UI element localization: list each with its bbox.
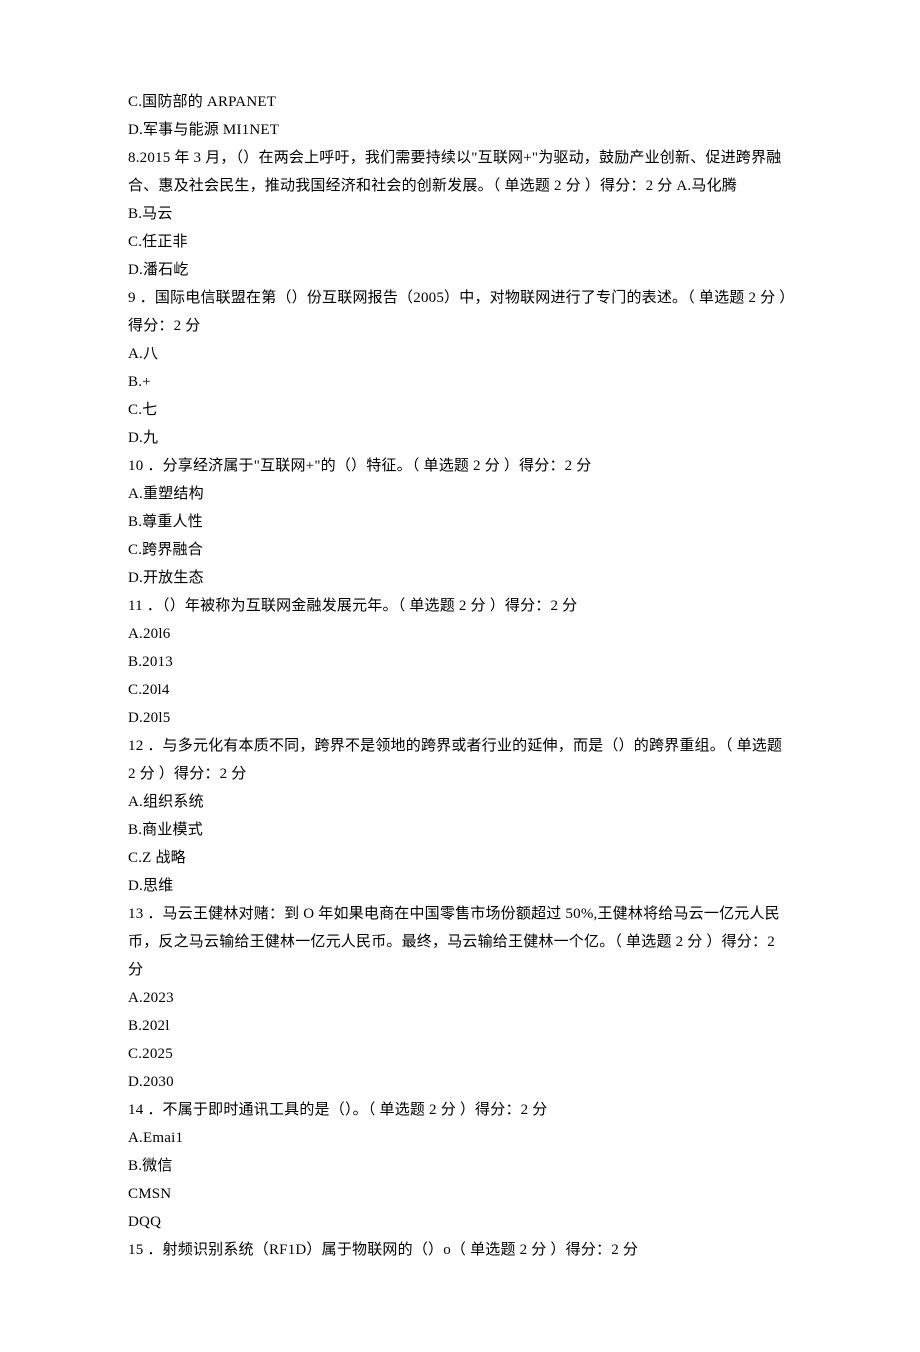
text-line: D.潘石屹 [128, 256, 792, 284]
text-line: D.2030 [128, 1068, 792, 1096]
text-line: A.20l6 [128, 620, 792, 648]
text-line: C.任正非 [128, 228, 792, 256]
text-line: 13 ．马云王健林对赌：到 O 年如果电商在中国零售市场份额超过 50%,王健林… [128, 900, 792, 984]
text-line: C.跨界融合 [128, 536, 792, 564]
text-line: 14 ．不属于即时通讯工具的是（）。（ 单选题 2 分 ）得分：2 分 [128, 1096, 792, 1124]
document-page: C.国防部的 ARPANET D.军事与能源 MI1NET 8.2015 年 3… [0, 0, 920, 1352]
text-line: 9 ．国际电信联盟在第（）份互联网报告（2005）中，对物联网进行了专门的表述。… [128, 284, 792, 340]
text-line: A.2023 [128, 984, 792, 1012]
text-line: CMSN [128, 1180, 792, 1208]
text-line: C.国防部的 ARPANET [128, 88, 792, 116]
text-line: B.202l [128, 1012, 792, 1040]
text-line: A.八 [128, 340, 792, 368]
text-line: 8.2015 年 3 月，（）在两会上呼吁，我们需要持续以"互联网+"为驱动，鼓… [128, 144, 792, 200]
text-line: A.组织系统 [128, 788, 792, 816]
text-line: DQQ [128, 1208, 792, 1236]
text-line: C.2025 [128, 1040, 792, 1068]
text-line: 15 ．射频识别系统（RF1D）属于物联网的（）o（ 单选题 2 分 ）得分：2… [128, 1236, 792, 1264]
text-line: B.微信 [128, 1152, 792, 1180]
text-line: D.开放生态 [128, 564, 792, 592]
text-line: A.Emai1 [128, 1124, 792, 1152]
text-line: A.重塑结构 [128, 480, 792, 508]
text-line: B.2013 [128, 648, 792, 676]
text-line: C.20l4 [128, 676, 792, 704]
text-line: B.商业模式 [128, 816, 792, 844]
text-line: D.军事与能源 MI1NET [128, 116, 792, 144]
text-line: 12 ．与多元化有本质不同，跨界不是领地的跨界或者行业的延伸，而是（）的跨界重组… [128, 732, 792, 788]
text-line: D.九 [128, 424, 792, 452]
text-line: 10 ．分享经济属于"互联网+"的（）特征。（ 单选题 2 分 ）得分：2 分 [128, 452, 792, 480]
text-line: B.马云 [128, 200, 792, 228]
text-line: C.Z 战略 [128, 844, 792, 872]
text-line: C.七 [128, 396, 792, 424]
text-line: 11 ．（）年被称为互联网金融发展元年。（ 单选题 2 分 ）得分：2 分 [128, 592, 792, 620]
text-line: D.20l5 [128, 704, 792, 732]
text-line: B.尊重人性 [128, 508, 792, 536]
text-line: B.+ [128, 368, 792, 396]
text-line: D.思维 [128, 872, 792, 900]
